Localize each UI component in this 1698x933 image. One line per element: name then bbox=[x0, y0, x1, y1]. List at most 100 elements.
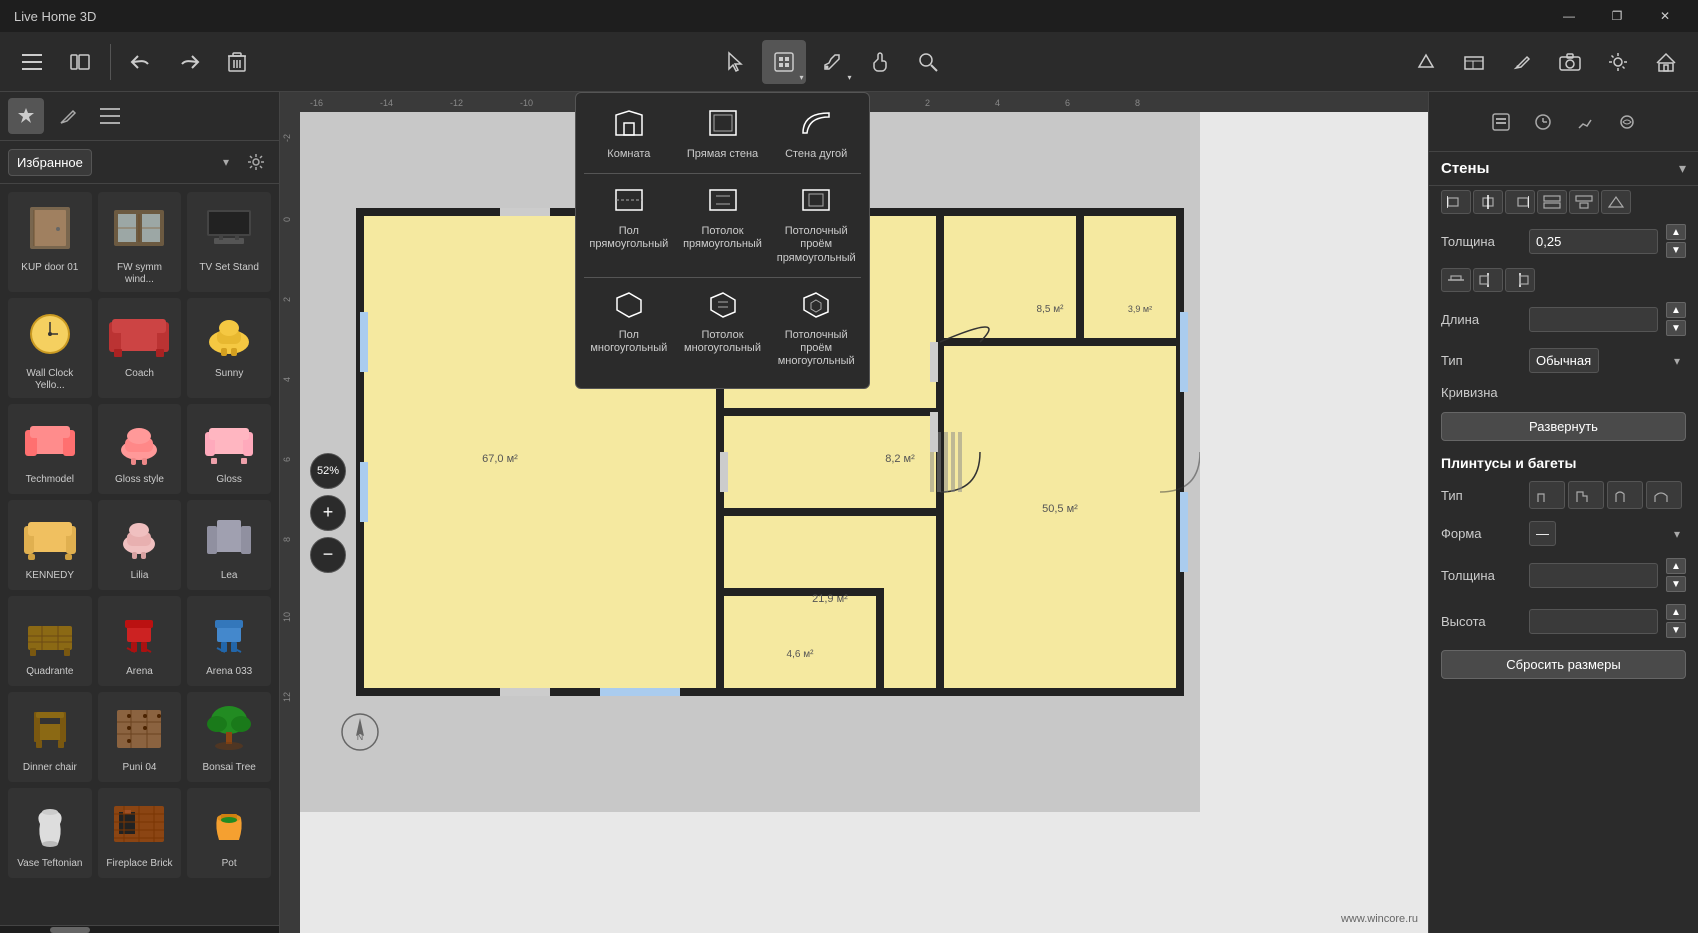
list-item[interactable]: Techmodel bbox=[8, 404, 92, 494]
svg-text:-10: -10 bbox=[520, 98, 533, 108]
list-item[interactable]: Lea bbox=[187, 500, 271, 590]
zoom-in-button[interactable]: + bbox=[310, 495, 346, 531]
plinth-height-input[interactable] bbox=[1529, 609, 1658, 634]
right-tab-btn-3[interactable] bbox=[1567, 104, 1603, 140]
list-item[interactable]: Gloss bbox=[187, 404, 271, 494]
cursor-tool[interactable] bbox=[714, 40, 758, 84]
category-select[interactable]: Избранное bbox=[8, 149, 92, 176]
right-tab-btn-2[interactable] bbox=[1525, 104, 1561, 140]
view3d-button[interactable] bbox=[1404, 40, 1448, 84]
length-input[interactable] bbox=[1529, 307, 1658, 332]
menu-button[interactable] bbox=[10, 40, 54, 84]
item-label: Lilia bbox=[131, 570, 149, 582]
popup-arc-wall[interactable]: Стена дугой bbox=[771, 101, 861, 169]
list-item[interactable]: Quadrante bbox=[8, 596, 92, 686]
align-extra-3[interactable] bbox=[1601, 190, 1631, 214]
zoom-out-button[interactable]: − bbox=[310, 537, 346, 573]
list-item[interactable]: Gloss style bbox=[98, 404, 182, 494]
plinth-thickness-input[interactable] bbox=[1529, 563, 1658, 588]
list-item[interactable]: Wall Clock Yello... bbox=[8, 298, 92, 398]
titlebar: Live Home 3D — ❐ ✕ bbox=[0, 0, 1698, 32]
popup-straight-wall[interactable]: Прямая стена bbox=[678, 101, 768, 169]
build-tool[interactable]: ▾ bbox=[762, 40, 806, 84]
plinth-thickness-up[interactable]: ▲ bbox=[1666, 558, 1686, 574]
right-tab-btn-4[interactable] bbox=[1609, 104, 1645, 140]
redo-button[interactable] bbox=[167, 40, 211, 84]
tab-list[interactable] bbox=[92, 98, 128, 134]
right-tab-btn-1[interactable] bbox=[1483, 104, 1519, 140]
list-item[interactable]: Lilia bbox=[98, 500, 182, 590]
reset-sizes-button[interactable]: Сбросить размеры bbox=[1441, 650, 1686, 679]
plinth-thickness-down[interactable]: ▼ bbox=[1666, 576, 1686, 592]
plinth-type-3[interactable] bbox=[1607, 481, 1643, 509]
list-item[interactable]: Arena 033 bbox=[187, 596, 271, 686]
align-right-button[interactable] bbox=[1505, 190, 1535, 214]
popup-room[interactable]: Комната bbox=[584, 101, 674, 169]
align-extra-2[interactable] bbox=[1569, 190, 1599, 214]
length-down[interactable]: ▼ bbox=[1666, 320, 1686, 336]
pan-tool[interactable] bbox=[858, 40, 902, 84]
tab-edit[interactable] bbox=[50, 98, 86, 134]
expand-button[interactable]: Развернуть bbox=[1441, 412, 1686, 441]
list-item[interactable]: Bonsai Tree bbox=[187, 692, 271, 782]
plinth-form-label: Форма bbox=[1441, 526, 1521, 541]
category-settings-button[interactable] bbox=[241, 147, 271, 177]
list-item[interactable]: KUP door 01 bbox=[8, 192, 92, 292]
align-left-button[interactable] bbox=[1441, 190, 1471, 214]
right-panel-tabs bbox=[1429, 92, 1698, 152]
minimize-button[interactable]: — bbox=[1546, 0, 1592, 32]
list-item[interactable]: KENNEDY bbox=[8, 500, 92, 590]
search-tool[interactable] bbox=[906, 40, 950, 84]
item-label: Lea bbox=[221, 570, 238, 582]
toolbar: ▾ ▾ bbox=[0, 32, 1698, 92]
list-item[interactable]: TV Set Stand bbox=[187, 192, 271, 292]
delete-button[interactable] bbox=[215, 40, 259, 84]
align2-btn2[interactable] bbox=[1473, 268, 1503, 292]
list-item[interactable]: Puni 04 bbox=[98, 692, 182, 782]
list-item[interactable]: Coach bbox=[98, 298, 182, 398]
plinth-type-2[interactable] bbox=[1568, 481, 1604, 509]
align-extra-1[interactable] bbox=[1537, 190, 1567, 214]
plinth-height-down[interactable]: ▼ bbox=[1666, 622, 1686, 638]
pen-button[interactable] bbox=[1500, 40, 1544, 84]
undo-button[interactable] bbox=[119, 40, 163, 84]
align-center-button[interactable] bbox=[1473, 190, 1503, 214]
popup-poly-opening[interactable]: Потолочный проём многоугольный bbox=[771, 282, 861, 377]
house-button[interactable] bbox=[1644, 40, 1688, 84]
floorplan-button[interactable] bbox=[1452, 40, 1496, 84]
wall-type-select[interactable]: Обычная Несущая bbox=[1529, 348, 1599, 373]
sun-button[interactable] bbox=[1596, 40, 1640, 84]
walls-section-arrow[interactable]: ▾ bbox=[1679, 160, 1686, 177]
list-item[interactable]: FW symm wind... bbox=[98, 192, 182, 292]
list-item[interactable]: Dinner chair bbox=[8, 692, 92, 782]
plinth-type-4[interactable] bbox=[1646, 481, 1682, 509]
camera-button[interactable] bbox=[1548, 40, 1592, 84]
thickness-down[interactable]: ▼ bbox=[1666, 242, 1686, 258]
list-item[interactable]: Pot bbox=[187, 788, 271, 878]
thickness-input[interactable] bbox=[1529, 229, 1658, 254]
align2-btn3[interactable] bbox=[1505, 268, 1535, 292]
list-item[interactable]: Fireplace Brick bbox=[98, 788, 182, 878]
popup-poly-floor[interactable]: Пол многоугольный bbox=[584, 282, 674, 377]
popup-rect-ceiling[interactable]: Потолок прямоугольный bbox=[678, 178, 768, 273]
library-button[interactable] bbox=[58, 40, 102, 84]
close-button[interactable]: ✕ bbox=[1642, 0, 1688, 32]
maximize-button[interactable]: ❐ bbox=[1594, 0, 1640, 32]
app-title: Live Home 3D bbox=[10, 9, 96, 24]
list-item[interactable]: Vase Teftonian bbox=[8, 788, 92, 878]
thickness-up[interactable]: ▲ bbox=[1666, 224, 1686, 240]
plinth-height-up[interactable]: ▲ bbox=[1666, 604, 1686, 620]
popup-rect-opening[interactable]: Потолочный проём прямоугольный bbox=[771, 178, 861, 273]
plinth-form-select[interactable]: — bbox=[1529, 521, 1556, 546]
tab-favorites[interactable] bbox=[8, 98, 44, 134]
canvas-area[interactable]: -16 -14 -12 -10 -8 -6 -4 -2 0 2 4 6 8 -2… bbox=[280, 92, 1428, 933]
plinth-type-1[interactable] bbox=[1529, 481, 1565, 509]
align2-btn1[interactable] bbox=[1441, 268, 1471, 292]
list-item[interactable]: Arena bbox=[98, 596, 182, 686]
popup-rect-floor[interactable]: Пол прямоугольный bbox=[584, 178, 674, 273]
popup-poly-ceiling[interactable]: Потолок многоугольный bbox=[678, 282, 768, 377]
horizontal-scrollbar[interactable] bbox=[0, 925, 279, 933]
length-up[interactable]: ▲ bbox=[1666, 302, 1686, 318]
list-item[interactable]: Sunny bbox=[187, 298, 271, 398]
tools-button[interactable]: ▾ bbox=[810, 40, 854, 84]
